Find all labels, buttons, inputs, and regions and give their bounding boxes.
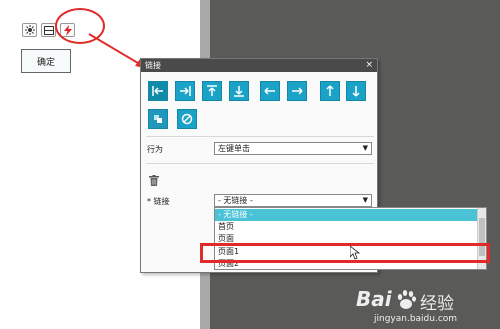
- watermark-url: jingyan.baidu.com: [374, 314, 458, 324]
- arrow-left-icon[interactable]: [260, 81, 280, 101]
- dialog-title: 链接: [145, 61, 161, 70]
- dialog-header: 链接 ×: [141, 59, 377, 72]
- behavior-label: 行为: [147, 145, 163, 154]
- chevron-down-icon: ▼: [362, 196, 368, 204]
- arrow-right-icon[interactable]: [287, 81, 307, 101]
- link-label: * 链接: [147, 197, 170, 206]
- dropdown-option[interactable]: 首页: [215, 221, 477, 233]
- arrow-up-icon[interactable]: [320, 81, 340, 101]
- sun-icon[interactable]: [22, 23, 37, 37]
- link-value: - 无链接 -: [218, 196, 253, 205]
- divider: [146, 136, 374, 137]
- align-left-icon[interactable]: [148, 81, 168, 101]
- paw-icon: [397, 290, 416, 309]
- arrow-up-bar-icon[interactable]: [202, 81, 222, 101]
- close-icon[interactable]: ×: [365, 59, 373, 72]
- chevron-down-icon: ▼: [362, 144, 368, 152]
- confirm-button[interactable]: 确定: [21, 49, 71, 73]
- confirm-label: 确定: [36, 57, 55, 68]
- split-icon[interactable]: [41, 23, 56, 37]
- watermark-brand: Bai: [356, 287, 392, 311]
- behavior-select[interactable]: 左键单击 ▼: [214, 142, 372, 155]
- divider: [146, 163, 374, 164]
- watermark: Bai 经验 jingyan.baidu.com: [356, 287, 496, 327]
- cursor-icon: [350, 246, 360, 260]
- behavior-value: 左键单击: [218, 144, 250, 153]
- dropdown-option[interactable]: - 无链接 -: [215, 209, 477, 221]
- trash-icon[interactable]: [149, 175, 159, 188]
- red-highlight-annotation: [200, 243, 490, 263]
- no-icon[interactable]: [177, 109, 197, 129]
- indent-right-icon[interactable]: [175, 81, 195, 101]
- link-select[interactable]: - 无链接 - ▼: [214, 194, 372, 207]
- arrow-down-bar-icon[interactable]: [229, 81, 249, 101]
- layers-icon[interactable]: [148, 109, 168, 129]
- watermark-brand2: 经验: [420, 294, 454, 314]
- arrow-down-icon[interactable]: [346, 81, 366, 101]
